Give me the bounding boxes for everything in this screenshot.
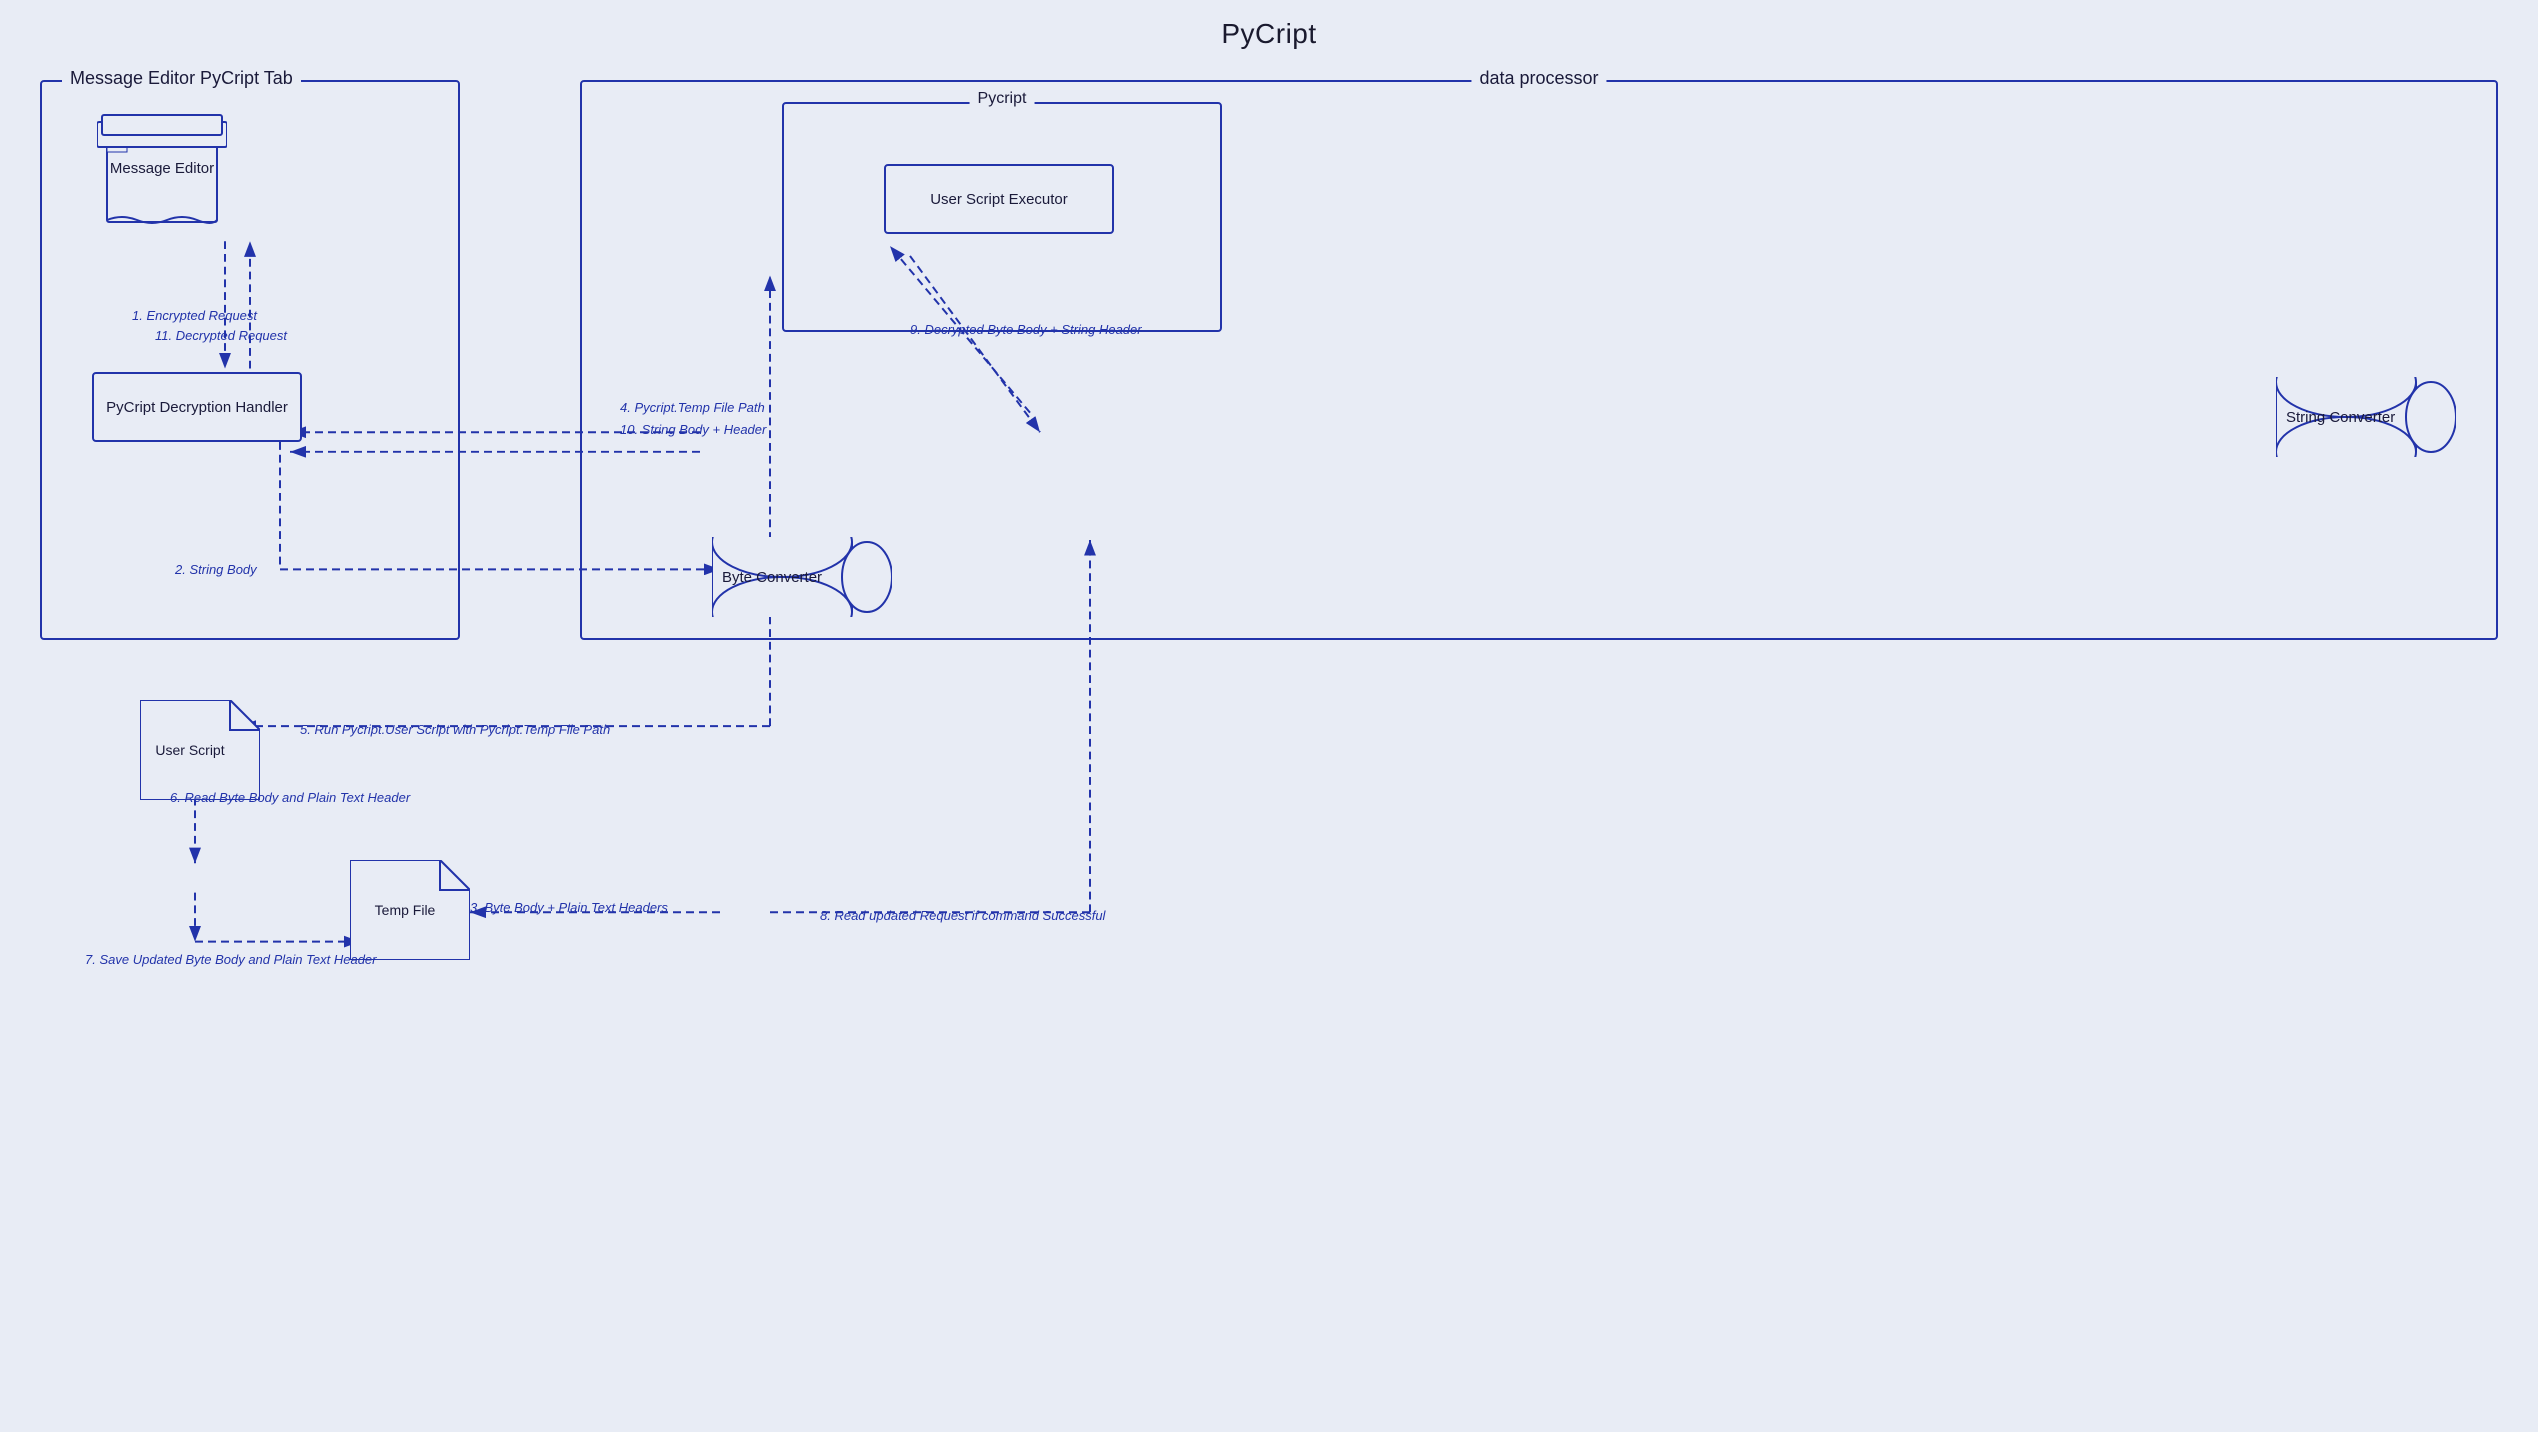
arrow-label-3: 3. Byte Body + Plain Text Headers: [470, 900, 668, 915]
arrow-label-5: 5. Run Pycript.User Script with Pycript.…: [300, 722, 610, 737]
right-panel-title: data processor: [1471, 68, 1606, 89]
decryption-handler-label: PyCript Decryption Handler: [106, 399, 288, 416]
arrow-label-9: 9. Decrypted Byte Body + String Header: [910, 322, 1142, 337]
pycript-panel-title: Pycript: [970, 90, 1035, 108]
arrow-label-11: 11. Decrypted Request: [155, 328, 287, 343]
user-script-label: User Script: [140, 742, 240, 758]
temp-file-label: Temp File: [350, 902, 460, 918]
arrow-label-4: 4. Pycript.Temp File Path: [620, 400, 765, 415]
pycript-panel: Pycript User Script Executor: [782, 102, 1222, 332]
right-panel: data processor Pycript User Script Execu…: [580, 80, 2498, 640]
user-script-executor-label: User Script Executor: [930, 191, 1068, 208]
page-title: PyCript: [0, 0, 2538, 50]
arrow-label-7: 7. Save Updated Byte Body and Plain Text…: [85, 952, 376, 967]
left-panel: Message Editor PyCript Tab Message Edito…: [40, 80, 460, 640]
arrow-label-6: 6. Read Byte Body and Plain Text Header: [170, 790, 410, 805]
string-converter-shape: String Converter: [2276, 377, 2456, 457]
arrow-label-2: 2. String Body: [175, 562, 257, 577]
decryption-handler-box: PyCript Decryption Handler: [92, 372, 302, 442]
left-panel-title: Message Editor PyCript Tab: [62, 68, 301, 89]
user-script-shape: User Script: [140, 700, 260, 800]
user-script-executor-box: User Script Executor: [884, 164, 1114, 234]
byte-converter-shape: Byte Converter: [712, 537, 892, 617]
temp-file-shape: Temp File: [350, 860, 470, 960]
message-editor-label: Message Editor: [97, 160, 227, 177]
arrow-label-10: 10. String Body + Header: [620, 422, 766, 437]
arrow-label-1: 1. Encrypted Request: [132, 308, 257, 323]
arrow-label-8: 8. Read updated Request if command Succe…: [820, 908, 1105, 923]
